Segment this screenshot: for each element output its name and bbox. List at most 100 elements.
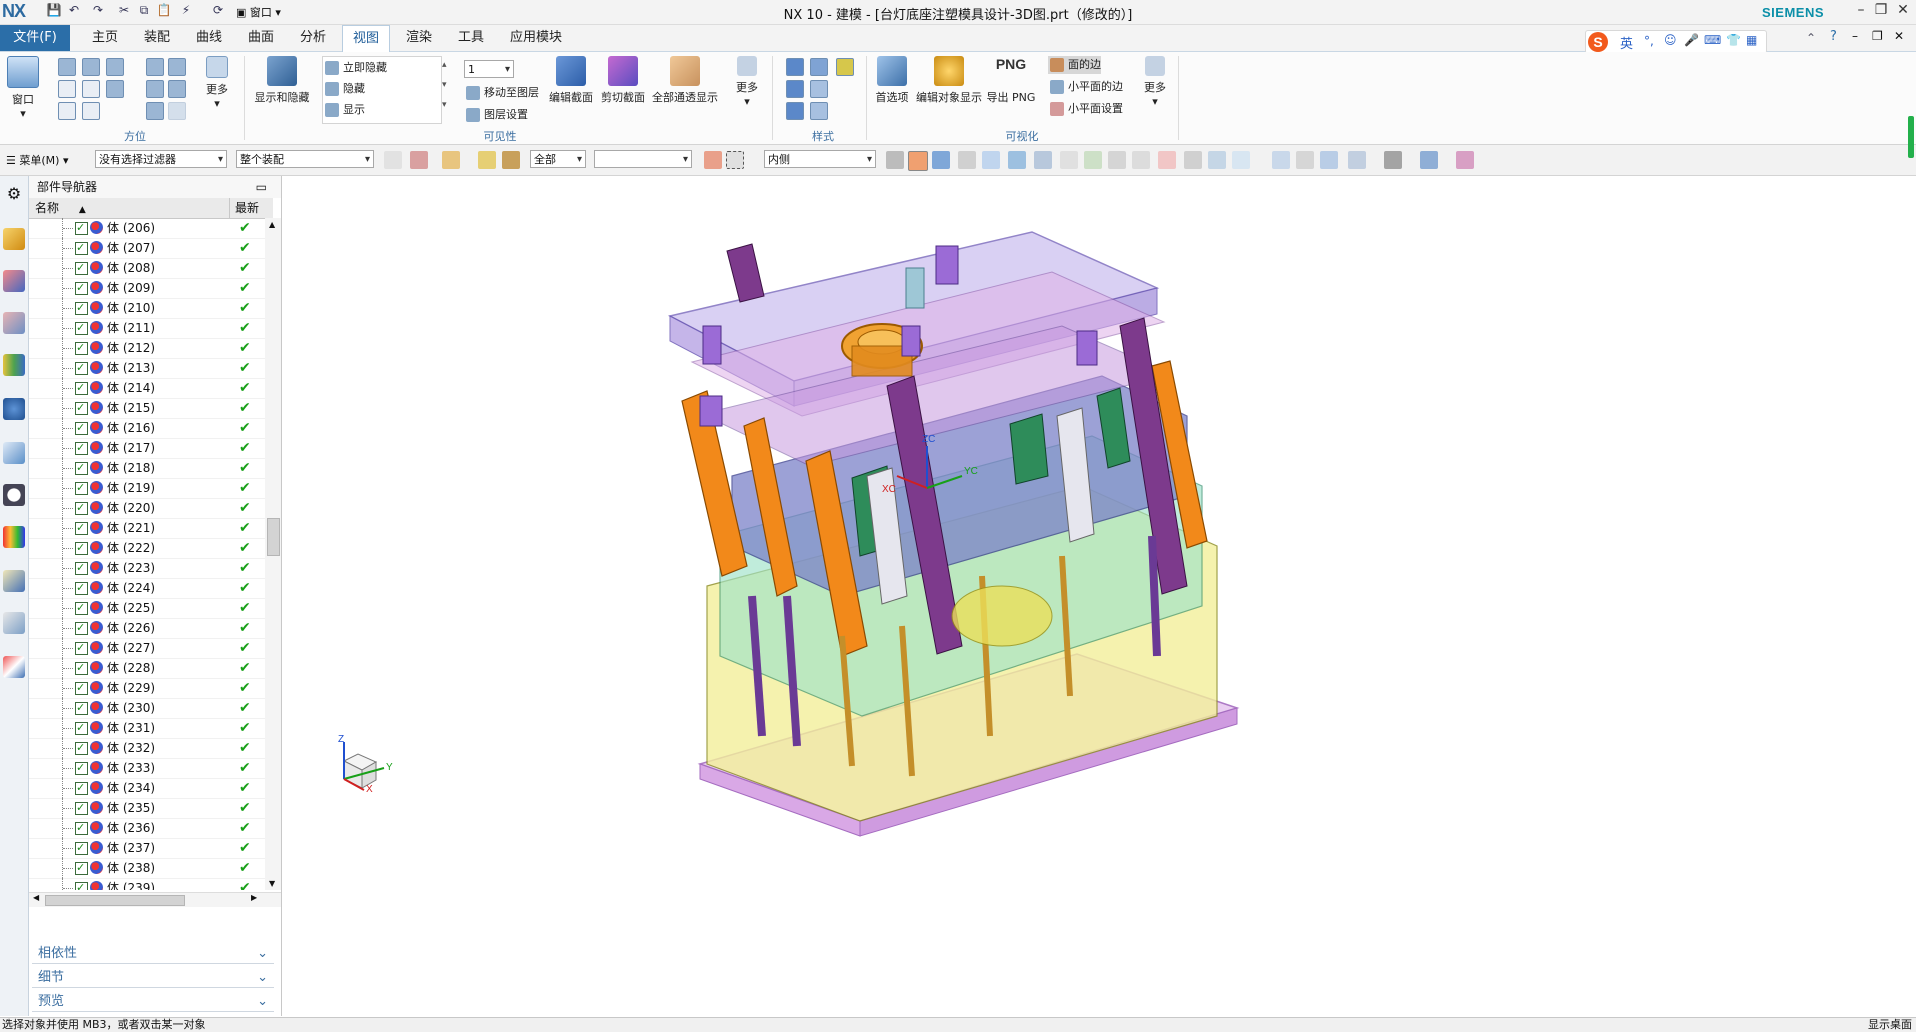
selection-rule-icon[interactable] (442, 151, 460, 169)
snap-icon[interactable] (478, 151, 496, 169)
visibility-checkbox[interactable] (75, 218, 88, 238)
tree-row[interactable]: 体 (230) ✔ (29, 698, 265, 719)
work-layer-icon[interactable] (1456, 151, 1474, 169)
manufacturing-wizard-icon[interactable] (3, 612, 25, 634)
visibility-checkbox[interactable] (75, 818, 88, 838)
close-button[interactable]: ✕ (1892, 2, 1914, 22)
visibility-checkbox[interactable] (75, 558, 88, 578)
main-menu-button[interactable]: ☰ 菜单(M) ▾ (6, 152, 68, 168)
file-menu[interactable]: 文件(F) (0, 25, 70, 51)
constraint-navigator-icon[interactable] (3, 270, 25, 292)
tree-row[interactable]: 体 (224) ✔ (29, 578, 265, 599)
show-item[interactable]: 显示 (323, 101, 365, 119)
view-rotate-icon[interactable] (1320, 151, 1338, 169)
visibility-checkbox[interactable] (75, 458, 88, 478)
assembly-navigator-icon[interactable] (3, 228, 25, 250)
tree-row[interactable]: 体 (209) ✔ (29, 278, 265, 299)
move-to-layer-button[interactable]: 移动至图层 (464, 84, 539, 102)
ribbon-collapse-icon[interactable]: ⌃ (1806, 31, 1816, 45)
small-face-settings-button[interactable]: 小平面设置 (1048, 100, 1123, 118)
tree-row[interactable]: 体 (219) ✔ (29, 478, 265, 499)
snap-end-icon[interactable] (886, 151, 904, 169)
sogou-icon[interactable]: S (1588, 32, 1608, 52)
tab-assemblies[interactable]: 装配 (134, 25, 180, 51)
tree-row[interactable]: 体 (234) ✔ (29, 778, 265, 799)
pan-icon[interactable] (168, 58, 186, 76)
reuse-library-icon[interactable] (3, 354, 25, 376)
visibility-checkbox[interactable] (75, 598, 88, 618)
visibility-checkbox[interactable] (75, 798, 88, 818)
window-button[interactable]: 窗口 ▾ (6, 56, 40, 120)
layer-settings-button[interactable]: 图层设置 (464, 106, 528, 124)
snap-mid-icon[interactable] (932, 151, 950, 169)
tab-view[interactable]: 视图 (342, 25, 391, 52)
tree-row[interactable]: 体 (232) ✔ (29, 738, 265, 759)
snap-existing-icon[interactable] (1184, 151, 1202, 169)
name-column-header[interactable]: 名称 ▲ (35, 198, 86, 220)
visibility-checkbox[interactable] (75, 498, 88, 518)
inside-dropdown[interactable]: 内侧 (764, 150, 876, 169)
view-fit-icon[interactable] (1272, 151, 1290, 169)
history-icon[interactable] (3, 484, 25, 506)
render-style-icon[interactable] (1384, 151, 1402, 169)
hidden-edges-icon[interactable] (810, 80, 828, 98)
visibility-checkbox[interactable] (75, 278, 88, 298)
refresh-icon[interactable] (146, 102, 164, 120)
microphone-icon[interactable]: 🎤 (1684, 33, 1699, 47)
tree-row[interactable]: 体 (206) ✔ (29, 218, 265, 239)
process-studio-icon[interactable] (3, 570, 25, 592)
snap-perp-icon[interactable] (1108, 151, 1126, 169)
face-analysis-icon[interactable] (810, 102, 828, 120)
tree-row[interactable]: 体 (218) ✔ (29, 458, 265, 479)
scroll-thumb[interactable] (267, 518, 280, 556)
visibility-checkbox[interactable] (75, 358, 88, 378)
tree-row[interactable]: 体 (227) ✔ (29, 638, 265, 659)
scroll-right-icon[interactable]: ▶ (251, 893, 257, 902)
visualize-more-button[interactable]: 更多 ▾ (1138, 56, 1172, 108)
visibility-checkbox[interactable] (75, 538, 88, 558)
tab-analysis[interactable]: 分析 (290, 25, 336, 51)
selection-scope-dropdown[interactable]: 整个装配 (236, 150, 374, 169)
navigator-horizontal-scrollbar[interactable]: ◀ ▶ (29, 892, 281, 907)
web-browser-icon[interactable] (3, 442, 25, 464)
tree-row[interactable]: 体 (221) ✔ (29, 518, 265, 539)
type-filter-dropdown[interactable]: 没有选择过滤器 (95, 150, 227, 169)
studio-icon[interactable] (786, 102, 804, 120)
preview-panel[interactable]: 预览 ⌄ (32, 992, 274, 1012)
keyboard-icon[interactable]: ⌨ (1704, 33, 1721, 47)
layer-dropdown[interactable]: 1 (464, 60, 514, 79)
tree-row[interactable]: 体 (222) ✔ (29, 538, 265, 559)
box-select-icon[interactable] (726, 151, 744, 169)
graphics-window[interactable]: ZC YC XC Z Y X (282, 116, 1916, 1016)
tree-row[interactable]: 体 (239) ✔ (29, 878, 265, 890)
face-edges-toggle[interactable]: 面的边 (1048, 56, 1101, 74)
top-view-icon[interactable] (58, 80, 76, 98)
sub-minimize-button[interactable]: – (1852, 29, 1858, 43)
snap-quadrant-icon[interactable] (1158, 151, 1176, 169)
visibility-checkbox[interactable] (75, 678, 88, 698)
zoom-icon[interactable] (146, 58, 164, 76)
emoji-icon[interactable]: ☺ (1664, 33, 1677, 47)
visibility-checkbox[interactable] (75, 518, 88, 538)
static-wire-icon[interactable] (786, 80, 804, 98)
role-icon[interactable] (3, 656, 25, 678)
wireframe-icon[interactable] (836, 58, 854, 76)
snap-line-icon[interactable] (1008, 151, 1026, 169)
tab-application[interactable]: 应用模块 (500, 25, 572, 51)
visibility-checkbox[interactable] (75, 758, 88, 778)
color-filter-icon[interactable] (502, 151, 520, 169)
visibility-more-button[interactable]: 更多 ▾ (730, 56, 764, 108)
snap-arc-icon[interactable] (1034, 151, 1052, 169)
preferences-button[interactable]: 首选项 (872, 56, 912, 105)
visibility-checkbox[interactable] (75, 618, 88, 638)
help-icon[interactable]: ? (1830, 29, 1837, 44)
scroll-up-icon[interactable]: ▲ (269, 220, 275, 229)
select-filter-icon[interactable] (384, 151, 402, 169)
background-icon[interactable] (1420, 151, 1438, 169)
navigator-vertical-scrollbar[interactable]: ▲ ▼ (265, 218, 281, 890)
sub-restore-button[interactable]: ❐ (1872, 29, 1883, 43)
visibility-checkbox[interactable] (75, 778, 88, 798)
punct-icon[interactable]: °, (1644, 34, 1654, 48)
snap-active-icon[interactable] (908, 151, 928, 171)
snap-bounded-icon[interactable] (1232, 151, 1250, 169)
